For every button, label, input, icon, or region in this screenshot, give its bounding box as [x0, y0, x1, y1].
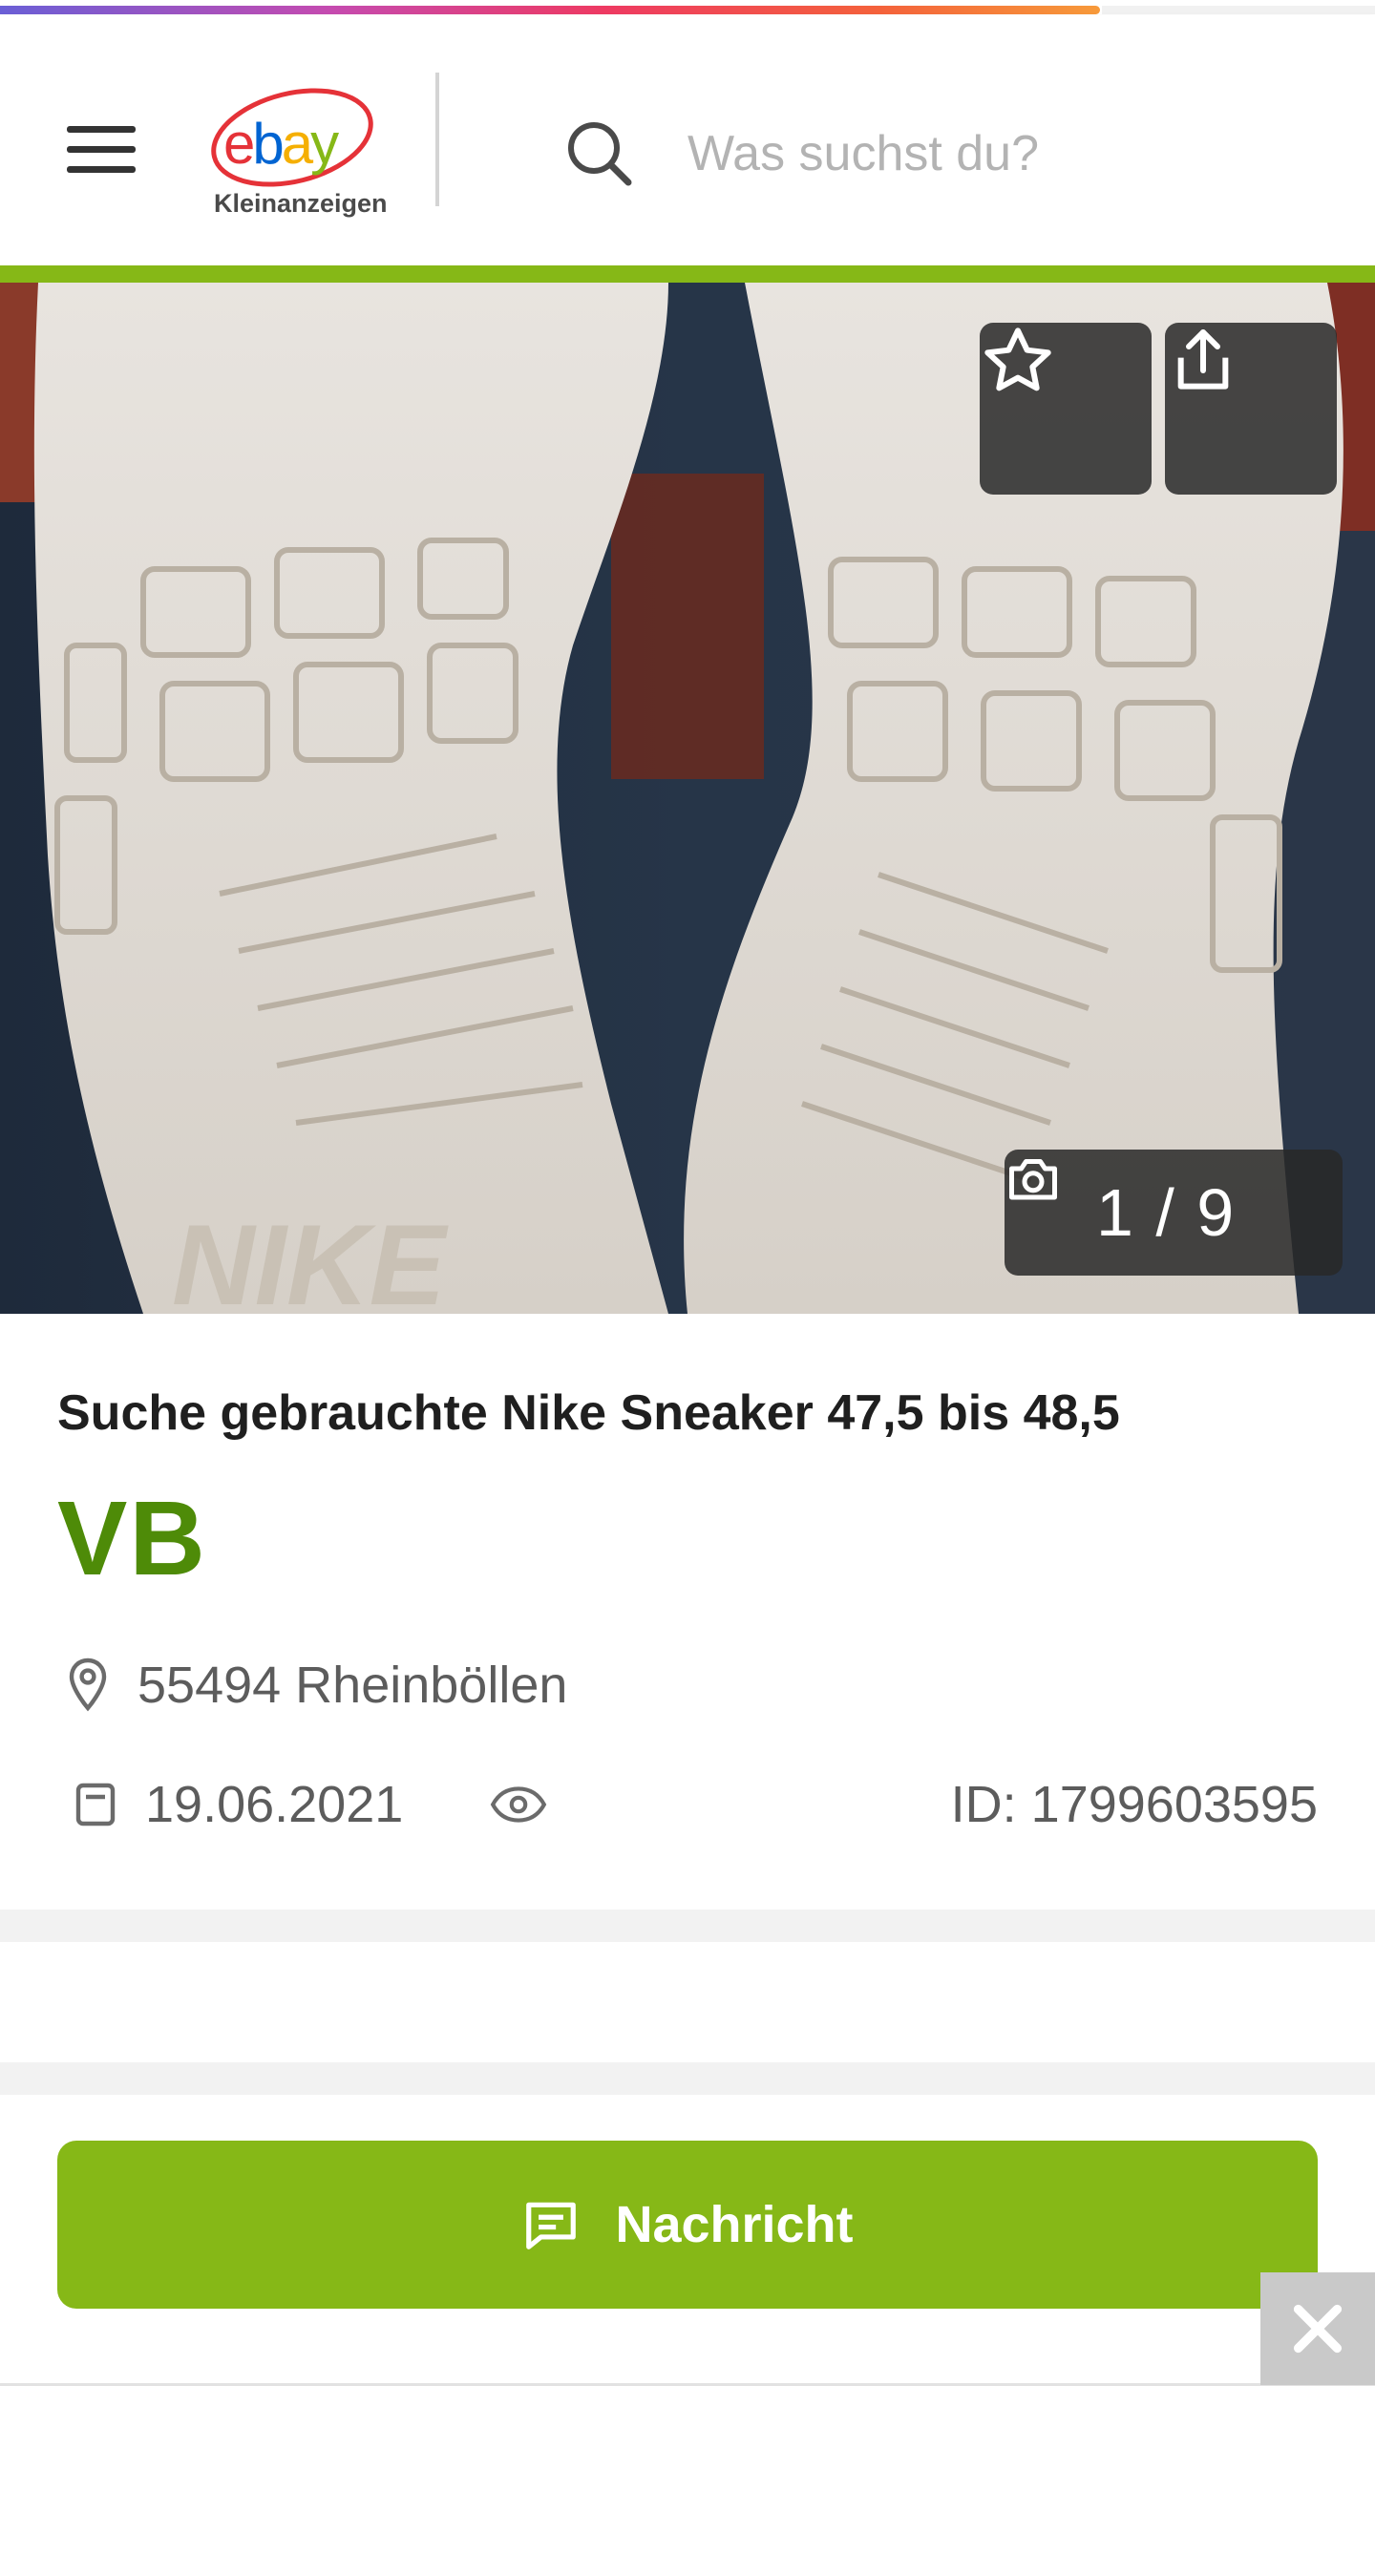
location-text: 55494 Rheinböllen [138, 1657, 568, 1714]
listing-id: ID: 1799603595 [950, 1776, 1318, 1833]
top-header: ebay Kleinanzeigen [0, 15, 1375, 265]
menu-bar [67, 125, 136, 133]
progress-remaining [1102, 6, 1375, 14]
menu-bar [67, 165, 136, 173]
section-divider [0, 2062, 1375, 2095]
photo-counter-text: 1 / 9 [1096, 1175, 1237, 1250]
calendar-icon [57, 1780, 134, 1829]
message-button-label: Nachricht [615, 2196, 854, 2253]
menu-icon[interactable] [57, 111, 143, 187]
listing-title: Suche gebrauchte Nike Sneaker 47,5 bis 4… [57, 1385, 1120, 1441]
location-pin-icon [57, 1656, 118, 1715]
listing-meta: 19.06.2021 ID: 1799603595 [57, 1766, 1318, 1843]
message-button[interactable]: Nachricht [57, 2141, 1318, 2309]
search-icon[interactable] [563, 111, 649, 197]
sole-brand-emboss: NIKE [172, 1201, 450, 1314]
share-icon [1177, 329, 1229, 390]
close-icon [1293, 2304, 1343, 2354]
photo-counter[interactable]: 1 / 9 [1005, 1150, 1343, 1276]
views-eye-icon [489, 1784, 548, 1825]
menu-bar [67, 145, 136, 153]
listing-date: 19.06.2021 [145, 1776, 404, 1833]
message-icon [526, 2202, 577, 2249]
bottom-ad-banner [0, 2383, 1375, 2576]
logo-subtitle: Kleinanzeigen [214, 189, 388, 218]
favorite-button[interactable] [980, 323, 1152, 495]
listing-location[interactable]: 55494 Rheinböllen [57, 1652, 567, 1719]
listing-price: VB [57, 1480, 207, 1597]
progress-fill [0, 6, 1100, 14]
share-button[interactable] [1165, 323, 1337, 495]
logo-wordmark: ebay [223, 112, 339, 176]
page-load-progress [0, 0, 1375, 15]
camera-icon [1009, 1159, 1057, 1200]
page: ebay Kleinanzeigen Was suchst du? NIKE 1… [0, 0, 1375, 2576]
search-bar[interactable] [563, 101, 1346, 206]
section-divider [0, 1910, 1375, 1942]
header-accent-rule [0, 265, 1375, 283]
brand-logo[interactable]: ebay Kleinanzeigen [208, 73, 388, 225]
search-input[interactable] [688, 125, 1308, 182]
header-divider [435, 73, 439, 206]
star-icon [984, 327, 1051, 391]
image-gallery[interactable]: NIKE 1 / 9 [0, 283, 1375, 1314]
close-ad-button[interactable] [1260, 2272, 1375, 2385]
